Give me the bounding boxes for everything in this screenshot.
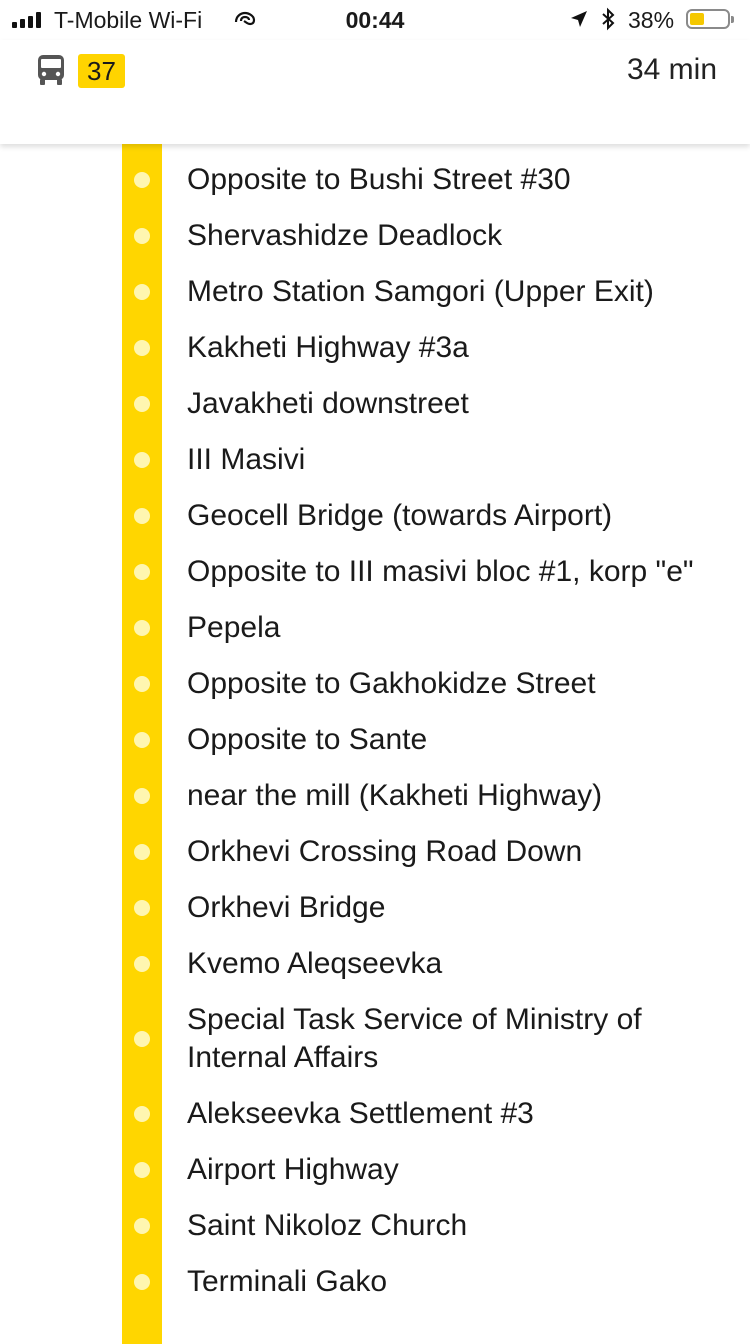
stop-name: Kakheti Highway #3a [187,331,469,364]
location-arrow-icon [571,11,587,27]
stop-item[interactable]: Kakheti Highway #3a [0,320,750,376]
stop-name: Shervashidze Deadlock [187,219,503,252]
stop-item[interactable]: Special Task Service of Ministry of Inte… [0,992,750,1086]
stop-item[interactable]: III Masivi [0,432,750,488]
stop-dot-icon [134,844,150,860]
bluetooth-icon [602,7,615,31]
stop-name: Geocell Bridge (towards Airport) [187,499,613,532]
stop-item[interactable]: Opposite to III masivi bloc #1, korp "e" [0,544,750,600]
battery-cap [731,16,734,23]
route-number-badge: 37 [78,54,125,88]
status-bar: T-Mobile Wi-Fi 00:44 38% [0,0,750,40]
stop-dot-icon [134,676,150,692]
stop-name: Special Task Service of Ministry of Inte… [187,1003,642,1074]
stop-dot-icon [134,340,150,356]
stop-dot-icon [134,1162,150,1178]
stop-name: Saint Nikoloz Church [187,1209,468,1242]
stop-name: Orkhevi Bridge [187,891,386,924]
stop-dot-icon [134,452,150,468]
stop-dot-icon [134,956,150,972]
stop-dot-icon [134,396,150,412]
stop-name: Opposite to Bushi Street #30 [187,163,571,196]
trip-duration: 34 min [626,53,717,86]
stop-name: Alekseevka Settlement #3 [187,1097,534,1130]
stop-name: Pepela [187,611,281,644]
stop-name: Opposite to III masivi bloc #1, korp "e" [187,555,694,588]
stop-item[interactable]: near the mill (Kakheti Highway) [0,768,750,824]
battery-fill [690,13,704,25]
stop-item[interactable]: Airport Highway [0,1142,750,1198]
stop-dot-icon [134,620,150,636]
stop-item[interactable]: Saint Nikoloz Church [0,1198,750,1254]
stop-name: near the mill (Kakheti Highway) [187,779,603,812]
stop-dot-icon [134,508,150,524]
bus-icon [38,55,64,85]
stop-item[interactable]: Alekseevka Settlement #3 [0,1086,750,1142]
stop-item[interactable]: Orkhevi Crossing Road Down [0,824,750,880]
stop-item[interactable]: Geocell Bridge (towards Airport) [0,488,750,544]
stop-item[interactable]: Shervashidze Deadlock [0,208,750,264]
stop-dot-icon [134,1106,150,1122]
battery-icon [686,9,734,29]
stop-item[interactable]: Opposite to Bushi Street #30 [0,152,750,208]
stop-name: Opposite to Gakhokidze Street [187,667,596,700]
stop-item[interactable]: Javakheti downstreet [0,376,750,432]
stop-item[interactable]: Terminali Gako [0,1254,750,1310]
stop-dot-icon [134,1274,150,1290]
stop-item[interactable]: Pepela [0,600,750,656]
stop-name: III Masivi [187,443,306,476]
stop-name: Terminali Gako [187,1265,388,1298]
stop-dot-icon [134,564,150,580]
stop-dot-icon [134,284,150,300]
stop-name: Orkhevi Crossing Road Down [187,835,583,868]
stop-name: Kvemo Aleqseevka [187,947,443,980]
stop-dot-icon [134,1218,150,1234]
stop-name: Metro Station Samgori (Upper Exit) [187,275,654,308]
route-header: 37 34 min [0,40,750,144]
stop-dot-icon [134,1031,150,1047]
stop-dot-icon [134,900,150,916]
stop-item[interactable]: Opposite to Sante [0,712,750,768]
stop-name: Opposite to Sante [187,723,428,756]
stop-item[interactable]: Metro Station Samgori (Upper Exit) [0,264,750,320]
stop-dot-icon [134,172,150,188]
stop-dot-icon [134,228,150,244]
stop-item[interactable]: Opposite to Gakhokidze Street [0,656,750,712]
stop-name: Airport Highway [187,1153,399,1186]
stop-dot-icon [134,732,150,748]
battery-percent: 38% [628,7,675,33]
stop-dot-icon [134,788,150,804]
stop-list: Opposite to Bushi Street #30 Shervashidze… [0,152,750,1310]
stop-name: Javakheti downstreet [187,387,469,420]
stop-item[interactable]: Orkhevi Bridge [0,880,750,936]
stop-item[interactable]: Kvemo Aleqseevka [0,936,750,992]
